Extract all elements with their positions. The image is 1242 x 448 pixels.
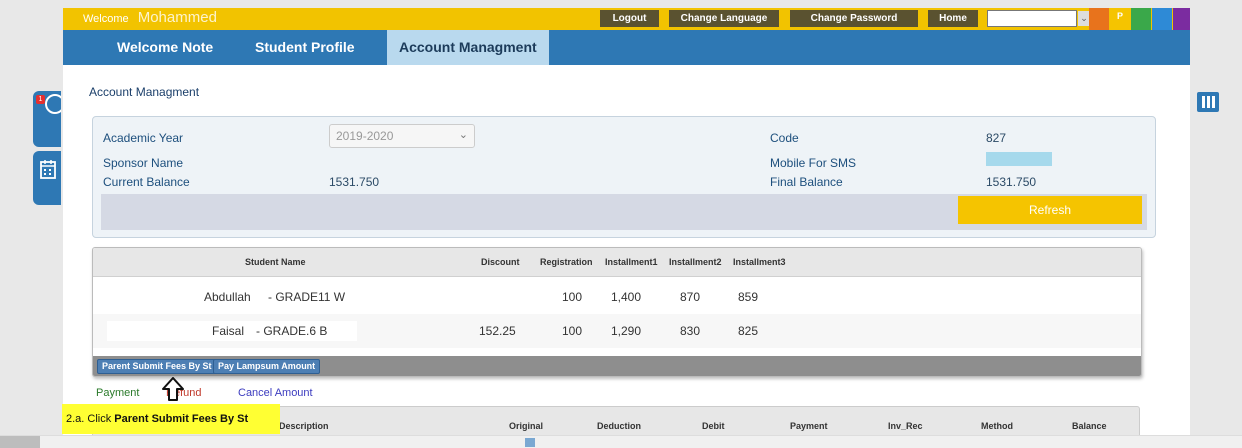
columns-toggle-icon[interactable]	[1197, 92, 1219, 112]
student-name: Abdullah	[204, 290, 251, 304]
logout-button[interactable]: Logout	[600, 10, 659, 27]
sponsor-name-label: Sponsor Name	[103, 156, 184, 170]
current-balance-value: 1531.750	[329, 175, 380, 189]
final-balance-label: Final Balance	[770, 175, 843, 189]
academic-year-label: Academic Year	[103, 131, 184, 145]
top-bar: Welcome Mohammed Logout Change Language …	[63, 8, 1190, 30]
bottom-bar	[0, 435, 1242, 448]
student-grade: - GRADE11 W	[268, 290, 346, 304]
cancel-amount-link[interactable]: Cancel Amount	[238, 387, 313, 399]
theme-p-swatch[interactable]: P	[1110, 8, 1130, 30]
refresh-button[interactable]: Refresh	[958, 196, 1142, 224]
theme-orange-swatch[interactable]	[1089, 8, 1109, 30]
pay-lampsum-button[interactable]: Pay Lampsum Amount	[213, 359, 321, 374]
header-description: Description	[279, 421, 329, 431]
welcome-label: Welcome	[83, 13, 129, 25]
header-deduction: Deduction	[597, 421, 641, 431]
language-select[interactable]: ⌄	[987, 10, 1090, 27]
student-grade: - GRADE.6 B	[256, 324, 328, 338]
calendar-icon	[40, 160, 56, 179]
header-registration: Registration	[540, 257, 593, 267]
code-label: Code	[770, 131, 799, 145]
main-nav: Welcome Note Student Profile Account Man…	[63, 30, 1190, 65]
header-method: Method	[981, 421, 1013, 431]
fees-table-header: Student Name Discount Registration Insta…	[93, 248, 1141, 277]
header-discount: Discount	[481, 257, 520, 267]
instruction-callout: 2.a. Click Parent Submit Fees By St	[62, 404, 280, 434]
header-original: Original	[509, 421, 544, 431]
student-name: Faisal	[212, 324, 245, 338]
registration-value: 100	[562, 324, 583, 338]
payment-link[interactable]: Payment	[96, 387, 139, 399]
mobile-sms-label: Mobile For SMS	[770, 156, 857, 170]
fees-table-footer: Parent Submit Fees By St Pay Lampsum Amo…	[93, 356, 1141, 376]
current-balance-label: Current Balance	[103, 175, 190, 189]
installment1-value: 1,400	[611, 290, 642, 304]
table-row: Abdullah - GRADE11 W 100 1,400 870 859	[93, 280, 1141, 314]
theme-blue-swatch[interactable]	[1152, 8, 1172, 30]
tab-welcome-note[interactable]: Welcome Note	[117, 30, 213, 65]
page-title: Account Managment	[89, 85, 200, 99]
bottom-left-block	[0, 436, 40, 448]
change-language-button[interactable]: Change Language	[669, 10, 779, 27]
callout-bold-text: Parent Submit Fees By St	[114, 413, 249, 425]
code-value: 827	[986, 131, 1007, 145]
header-debit: Debit	[702, 421, 725, 431]
academic-year-value: 2019-2020	[336, 129, 394, 143]
circle-icon	[45, 94, 61, 114]
header-installment2: Installment2	[669, 257, 722, 267]
header-inv-rec: Inv_Rec	[888, 421, 923, 431]
fees-table: Student Name Discount Registration Insta…	[92, 247, 1142, 377]
tab-student-profile[interactable]: Student Profile	[255, 30, 355, 65]
installment3-value: 859	[738, 290, 759, 304]
discount-value: 152.25	[479, 324, 516, 338]
installment3-value: 825	[738, 324, 759, 338]
installment1-value: 1,290	[611, 324, 642, 338]
header-balance: Balance	[1072, 421, 1107, 431]
installment2-value: 870	[680, 290, 701, 304]
header-installment3: Installment3	[733, 257, 786, 267]
header-student-name: Student Name	[245, 257, 306, 267]
welcome-text: Welcome Mohammed	[83, 9, 217, 26]
academic-year-select[interactable]: 2019-2020 ⌄	[329, 124, 475, 148]
home-button[interactable]: Home	[928, 10, 978, 27]
final-balance-value: 1531.750	[986, 175, 1037, 189]
account-info-box: Academic Year 2019-2020 ⌄ Sponsor Name C…	[92, 116, 1156, 238]
registration-value: 100	[562, 290, 583, 304]
theme-green-swatch[interactable]	[1131, 8, 1151, 30]
tab-account-managment[interactable]: Account Managment	[387, 30, 549, 65]
change-password-button[interactable]: Change Password	[790, 10, 918, 27]
chevron-down-icon: ⌄	[458, 129, 468, 141]
theme-purple-swatch[interactable]	[1173, 8, 1190, 30]
notifications-widget[interactable]: 1	[33, 91, 61, 147]
bottom-indicator	[525, 438, 535, 447]
callout-prefix: 2.a. Click	[66, 413, 115, 425]
header-payment: Payment	[790, 421, 828, 431]
user-name: Mohammed	[137, 9, 217, 26]
header-installment1: Installment1	[605, 257, 658, 267]
arrow-up-icon	[162, 377, 184, 401]
installment2-value: 830	[680, 324, 701, 338]
parent-submit-fees-button[interactable]: Parent Submit Fees By St	[97, 359, 217, 374]
table-row: Faisal - GRADE.6 B 152.25 100 1,290 830 …	[93, 314, 1141, 348]
calendar-widget[interactable]	[33, 151, 61, 205]
main-panel: Account Managment Academic Year 2019-202…	[63, 65, 1190, 448]
mobile-redacted	[986, 152, 1052, 166]
